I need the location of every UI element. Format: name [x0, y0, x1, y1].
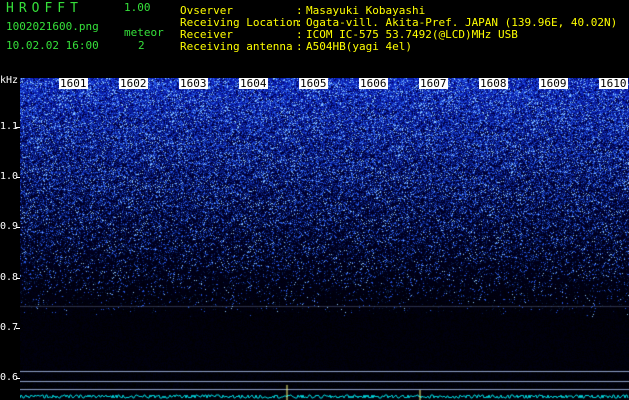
antenna-label: Receiving antenna	[180, 40, 293, 53]
frequency-tick-mark	[16, 127, 20, 128]
frequency-axis: 1.1 1.0 0.9 0.8 0.7 0.6	[0, 75, 20, 400]
frequency-unit-label: kHz	[0, 75, 19, 86]
antenna-colon: :	[296, 40, 303, 53]
time-tick-label: 1607	[419, 77, 448, 90]
time-tick-label: 1609	[539, 77, 568, 90]
frequency-tick-mark	[16, 227, 20, 228]
time-tick-label: 1601	[59, 77, 88, 90]
app-title: HROFFT	[6, 1, 83, 16]
time-tick-label: 1602	[119, 77, 148, 90]
frequency-tick-mark	[16, 328, 20, 329]
time-tick-label: 1610	[599, 77, 628, 90]
header-panel: HROFFT 1.00 1002021600.png 10.02.02 16:0…	[0, 0, 629, 75]
meteor-count: 2	[138, 39, 145, 52]
spectrogram-canvas	[20, 78, 629, 400]
time-tick-label: 1605	[299, 77, 328, 90]
frequency-tick-mark	[16, 177, 20, 178]
time-tick-label: 1606	[359, 77, 388, 90]
time-tick-label: 1604	[239, 77, 268, 90]
filename-label: 1002021600.png	[6, 20, 99, 33]
frequency-tick-mark	[16, 378, 20, 379]
antenna-value: A504HB(yagi 4el)	[306, 40, 412, 53]
time-tick-label: 1608	[479, 77, 508, 90]
version-label: 1.00	[124, 1, 151, 14]
timestamp-label: 10.02.02 16:00	[6, 39, 99, 52]
meteor-label: meteor	[124, 26, 164, 39]
time-tick-label: 1603	[179, 77, 208, 90]
frequency-tick-mark	[16, 278, 20, 279]
